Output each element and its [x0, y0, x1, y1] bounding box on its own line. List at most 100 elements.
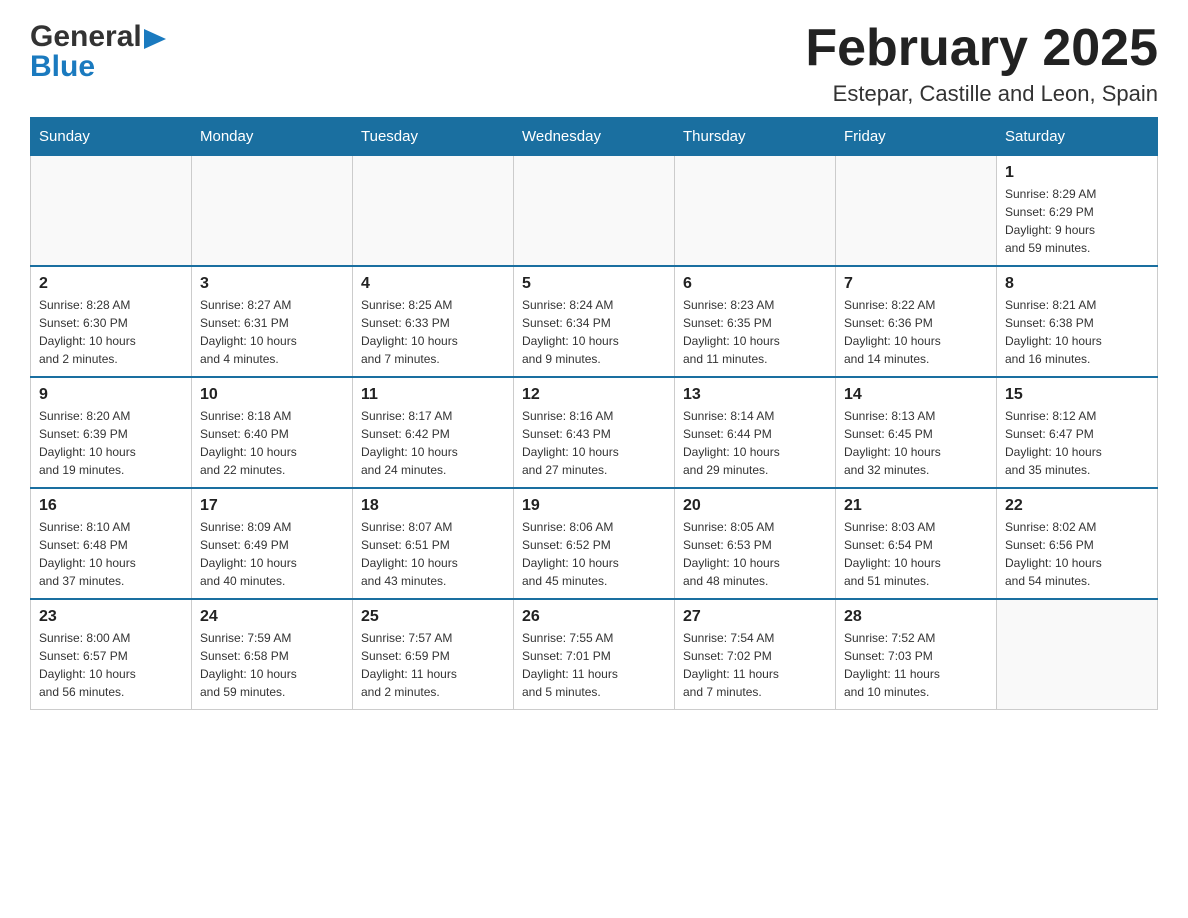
day-number: 15	[1005, 386, 1149, 404]
calendar-day-cell	[514, 156, 675, 267]
day-info: Sunrise: 7:57 AMSunset: 6:59 PMDaylight:…	[361, 629, 505, 701]
day-info: Sunrise: 8:10 AMSunset: 6:48 PMDaylight:…	[39, 518, 183, 590]
calendar-day-cell: 26 Sunrise: 7:55 AMSunset: 7:01 PMDayligh…	[514, 599, 675, 710]
calendar-day-cell: 3 Sunrise: 8:27 AMSunset: 6:31 PMDaylight…	[192, 266, 353, 377]
calendar-day-cell	[31, 156, 192, 267]
day-info: Sunrise: 8:29 AMSunset: 6:29 PMDaylight:…	[1005, 185, 1149, 257]
day-number: 5	[522, 275, 666, 293]
day-number: 17	[200, 497, 344, 515]
month-title: February 2025	[805, 20, 1158, 77]
calendar-week-row: 1 Sunrise: 8:29 AMSunset: 6:29 PMDaylight…	[31, 156, 1158, 267]
day-number: 25	[361, 608, 505, 626]
day-info: Sunrise: 8:18 AMSunset: 6:40 PMDaylight:…	[200, 407, 344, 479]
day-info: Sunrise: 8:28 AMSunset: 6:30 PMDaylight:…	[39, 296, 183, 368]
calendar-week-row: 16 Sunrise: 8:10 AMSunset: 6:48 PMDayligh…	[31, 488, 1158, 599]
day-number: 6	[683, 275, 827, 293]
day-info: Sunrise: 8:00 AMSunset: 6:57 PMDaylight:…	[39, 629, 183, 701]
day-info: Sunrise: 8:14 AMSunset: 6:44 PMDaylight:…	[683, 407, 827, 479]
day-info: Sunrise: 7:52 AMSunset: 7:03 PMDaylight:…	[844, 629, 988, 701]
calendar-day-cell: 20 Sunrise: 8:05 AMSunset: 6:53 PMDayligh…	[675, 488, 836, 599]
weekday-header-friday: Friday	[836, 118, 997, 156]
calendar-day-cell: 12Sunrise: 8:16 AMSunset: 6:43 PMDayligh…	[514, 377, 675, 488]
calendar-week-row: 23Sunrise: 8:00 AMSunset: 6:57 PMDayligh…	[31, 599, 1158, 710]
calendar-day-cell: 14 Sunrise: 8:13 AMSunset: 6:45 PMDayligh…	[836, 377, 997, 488]
day-info: Sunrise: 8:21 AMSunset: 6:38 PMDaylight:…	[1005, 296, 1149, 368]
day-info: Sunrise: 7:59 AMSunset: 6:58 PMDaylight:…	[200, 629, 344, 701]
day-number: 18	[361, 497, 505, 515]
day-number: 21	[844, 497, 988, 515]
location-subtitle: Estepar, Castille and Leon, Spain	[805, 81, 1158, 107]
day-number: 1	[1005, 164, 1149, 182]
page-header: General Blue February 2025 Estepar, Cast…	[30, 20, 1158, 107]
day-number: 26	[522, 608, 666, 626]
weekday-header-sunday: Sunday	[31, 118, 192, 156]
calendar-day-cell: 19 Sunrise: 8:06 AMSunset: 6:52 PMDayligh…	[514, 488, 675, 599]
day-info: Sunrise: 8:03 AMSunset: 6:54 PMDaylight:…	[844, 518, 988, 590]
calendar-day-cell: 1 Sunrise: 8:29 AMSunset: 6:29 PMDaylight…	[997, 156, 1158, 267]
calendar-day-cell: 5 Sunrise: 8:24 AMSunset: 6:34 PMDaylight…	[514, 266, 675, 377]
calendar-day-cell: 27 Sunrise: 7:54 AMSunset: 7:02 PMDayligh…	[675, 599, 836, 710]
day-info: Sunrise: 8:05 AMSunset: 6:53 PMDaylight:…	[683, 518, 827, 590]
calendar-day-cell	[675, 156, 836, 267]
calendar-day-cell: 23Sunrise: 8:00 AMSunset: 6:57 PMDayligh…	[31, 599, 192, 710]
day-info: Sunrise: 7:54 AMSunset: 7:02 PMDaylight:…	[683, 629, 827, 701]
weekday-header-thursday: Thursday	[675, 118, 836, 156]
calendar-day-cell: 6Sunrise: 8:23 AMSunset: 6:35 PMDaylight…	[675, 266, 836, 377]
weekday-header-tuesday: Tuesday	[353, 118, 514, 156]
day-number: 19	[522, 497, 666, 515]
calendar-day-cell	[353, 156, 514, 267]
calendar-day-cell: 16 Sunrise: 8:10 AMSunset: 6:48 PMDayligh…	[31, 488, 192, 599]
day-info: Sunrise: 8:17 AMSunset: 6:42 PMDaylight:…	[361, 407, 505, 479]
logo: General Blue	[30, 20, 166, 84]
day-number: 4	[361, 275, 505, 293]
day-number: 16	[39, 497, 183, 515]
day-info: Sunrise: 8:12 AMSunset: 6:47 PMDaylight:…	[1005, 407, 1149, 479]
day-number: 20	[683, 497, 827, 515]
calendar-day-cell: 17 Sunrise: 8:09 AMSunset: 6:49 PMDayligh…	[192, 488, 353, 599]
calendar-day-cell: 11 Sunrise: 8:17 AMSunset: 6:42 PMDayligh…	[353, 377, 514, 488]
calendar-day-cell: 25 Sunrise: 7:57 AMSunset: 6:59 PMDayligh…	[353, 599, 514, 710]
day-number: 12	[522, 386, 666, 404]
logo-general-text: General	[30, 20, 142, 54]
day-number: 9	[39, 386, 183, 404]
calendar-day-cell	[997, 599, 1158, 710]
day-info: Sunrise: 8:09 AMSunset: 6:49 PMDaylight:…	[200, 518, 344, 590]
day-info: Sunrise: 8:06 AMSunset: 6:52 PMDaylight:…	[522, 518, 666, 590]
day-number: 8	[1005, 275, 1149, 293]
calendar-day-cell: 9Sunrise: 8:20 AMSunset: 6:39 PMDaylight…	[31, 377, 192, 488]
day-number: 27	[683, 608, 827, 626]
day-number: 22	[1005, 497, 1149, 515]
weekday-header-row: SundayMondayTuesdayWednesdayThursdayFrid…	[31, 118, 1158, 156]
calendar-day-cell: 22 Sunrise: 8:02 AMSunset: 6:56 PMDayligh…	[997, 488, 1158, 599]
day-info: Sunrise: 8:07 AMSunset: 6:51 PMDaylight:…	[361, 518, 505, 590]
weekday-header-saturday: Saturday	[997, 118, 1158, 156]
day-info: Sunrise: 8:22 AMSunset: 6:36 PMDaylight:…	[844, 296, 988, 368]
calendar-week-row: 9Sunrise: 8:20 AMSunset: 6:39 PMDaylight…	[31, 377, 1158, 488]
day-info: Sunrise: 8:24 AMSunset: 6:34 PMDaylight:…	[522, 296, 666, 368]
calendar-day-cell: 13 Sunrise: 8:14 AMSunset: 6:44 PMDayligh…	[675, 377, 836, 488]
day-info: Sunrise: 8:02 AMSunset: 6:56 PMDaylight:…	[1005, 518, 1149, 590]
calendar-day-cell	[192, 156, 353, 267]
weekday-header-wednesday: Wednesday	[514, 118, 675, 156]
calendar-day-cell: 24 Sunrise: 7:59 AMSunset: 6:58 PMDayligh…	[192, 599, 353, 710]
calendar-day-cell: 21 Sunrise: 8:03 AMSunset: 6:54 PMDayligh…	[836, 488, 997, 599]
day-info: Sunrise: 7:55 AMSunset: 7:01 PMDaylight:…	[522, 629, 666, 701]
day-number: 13	[683, 386, 827, 404]
day-info: Sunrise: 8:13 AMSunset: 6:45 PMDaylight:…	[844, 407, 988, 479]
calendar-day-cell: 2 Sunrise: 8:28 AMSunset: 6:30 PMDaylight…	[31, 266, 192, 377]
calendar-week-row: 2 Sunrise: 8:28 AMSunset: 6:30 PMDaylight…	[31, 266, 1158, 377]
calendar-day-cell: 7 Sunrise: 8:22 AMSunset: 6:36 PMDaylight…	[836, 266, 997, 377]
day-number: 14	[844, 386, 988, 404]
calendar-day-cell	[836, 156, 997, 267]
day-info: Sunrise: 8:27 AMSunset: 6:31 PMDaylight:…	[200, 296, 344, 368]
calendar-day-cell: 15 Sunrise: 8:12 AMSunset: 6:47 PMDayligh…	[997, 377, 1158, 488]
day-number: 3	[200, 275, 344, 293]
day-number: 7	[844, 275, 988, 293]
calendar-day-cell: 10Sunrise: 8:18 AMSunset: 6:40 PMDayligh…	[192, 377, 353, 488]
calendar-day-cell: 8 Sunrise: 8:21 AMSunset: 6:38 PMDaylight…	[997, 266, 1158, 377]
day-number: 24	[200, 608, 344, 626]
logo-blue-text: Blue	[30, 50, 95, 84]
day-number: 2	[39, 275, 183, 293]
day-number: 11	[361, 386, 505, 404]
calendar-day-cell: 4Sunrise: 8:25 AMSunset: 6:33 PMDaylight…	[353, 266, 514, 377]
